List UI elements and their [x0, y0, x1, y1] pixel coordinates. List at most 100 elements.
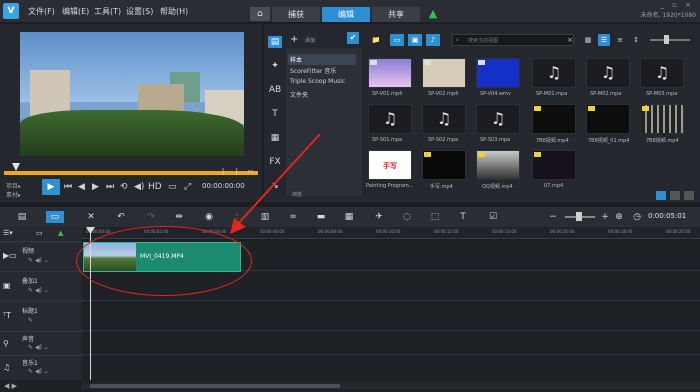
- thumb-size-knob[interactable]: [664, 35, 669, 44]
- tools-icon[interactable]: ✕: [84, 211, 98, 223]
- timeline-toolbar: ▤ ▭ ✕ ↶ ↷ ⇹ ◉ ⫶ ▥ ∞ ▬ ▦ ✈ ◌ ⬚ T ☑ − + ⊕ …: [0, 207, 700, 227]
- thumb-audio[interactable]: ♫: [640, 58, 684, 88]
- tab-capture[interactable]: 捕获: [272, 7, 320, 22]
- folder-item[interactable]: 文件夹: [290, 90, 308, 99]
- enlarge-icon[interactable]: ⤢: [184, 182, 191, 192]
- panel-option-icon[interactable]: [656, 191, 666, 200]
- thumb-video[interactable]: [586, 104, 630, 134]
- panel-option-icon[interactable]: [684, 191, 694, 200]
- instant-project-icon[interactable]: ✦: [268, 60, 282, 72]
- menu-help[interactable]: 帮助(H): [160, 6, 188, 17]
- thumb-audio[interactable]: ♫: [586, 58, 630, 88]
- thumb-audio[interactable]: ♫: [532, 58, 576, 88]
- zoom-knob[interactable]: [576, 212, 582, 221]
- add-track-icon[interactable]: ▭: [36, 229, 43, 237]
- aspect-icon[interactable]: ▭: [168, 182, 177, 192]
- music-track-icon: ♫: [3, 363, 11, 372]
- tab-edit[interactable]: 编辑: [322, 7, 370, 22]
- track-controls[interactable]: ✎ ◀) ⌄: [28, 368, 49, 375]
- hd-toggle[interactable]: HD: [148, 182, 162, 192]
- crop-icon[interactable]: ⬚: [428, 211, 442, 223]
- zoom-fit-icon[interactable]: ⊕: [614, 211, 624, 223]
- mode-project[interactable]: 项目▸: [6, 181, 21, 190]
- transition-icon[interactable]: AB: [268, 84, 282, 96]
- thumbnail-view-icon[interactable]: ▦: [582, 34, 594, 46]
- home-button[interactable]: ⌂: [250, 7, 270, 21]
- next-frame-icon[interactable]: ▶: [92, 182, 99, 192]
- track-controls[interactable]: ✎ ◀) ⌄: [28, 287, 49, 294]
- thumb-size-slider[interactable]: [650, 39, 690, 41]
- track-controls[interactable]: ✎ ◀) ⌄: [28, 257, 49, 264]
- folder-item[interactable]: Triple Scoop Music: [290, 78, 345, 85]
- folder-item[interactable]: 样本: [288, 54, 356, 65]
- menu-edit[interactable]: 编辑(E): [62, 6, 89, 17]
- record-icon[interactable]: ◉: [202, 211, 216, 223]
- track-controls[interactable]: ✎: [28, 317, 33, 324]
- storyboard-view-icon[interactable]: ▤: [14, 211, 30, 223]
- motion-icon[interactable]: ✈: [372, 211, 386, 223]
- undo-icon[interactable]: ↶: [114, 211, 128, 223]
- checklist-icon[interactable]: ☑: [486, 211, 500, 223]
- add-folder-icon[interactable]: +: [290, 34, 298, 45]
- zoom-in-icon[interactable]: +: [600, 211, 610, 223]
- folder-item[interactable]: ScoreFitter 音乐: [290, 66, 336, 75]
- redo-icon[interactable]: ↷: [144, 211, 158, 223]
- details-view-icon[interactable]: ≡: [614, 34, 626, 46]
- thumb-video[interactable]: [476, 58, 520, 88]
- import-icon[interactable]: 📁: [370, 34, 382, 46]
- thumb-video[interactable]: [422, 58, 466, 88]
- title-icon[interactable]: T: [268, 108, 282, 120]
- menu-file[interactable]: 文件(F): [28, 6, 55, 17]
- go-end-icon[interactable]: ⏭: [106, 182, 114, 192]
- thumb-video[interactable]: [640, 104, 684, 134]
- sort-icon[interactable]: ↕: [630, 34, 642, 46]
- filter-image-icon[interactable]: ▣: [408, 34, 422, 46]
- mode-clip[interactable]: 素材▸: [6, 190, 21, 199]
- clock-icon[interactable]: ◷: [632, 211, 642, 223]
- track-controls[interactable]: ✎ ◀) ⌄: [28, 344, 49, 351]
- tab-share[interactable]: 共享: [372, 7, 420, 22]
- thumb-video[interactable]: [476, 150, 520, 180]
- prev-frame-icon[interactable]: ◀: [78, 182, 85, 192]
- add-label[interactable]: 添加: [305, 37, 315, 44]
- thumb-audio[interactable]: ♫: [422, 104, 466, 134]
- 3d-title-icon[interactable]: T: [456, 211, 470, 223]
- panel-option-icon[interactable]: [670, 191, 680, 200]
- thumb-audio[interactable]: ♫: [476, 104, 520, 134]
- go-start-icon[interactable]: ⏮: [64, 182, 72, 192]
- window-controls[interactable]: _ ▫ ×: [660, 1, 694, 9]
- track-overlay: ▣ 叠加1 ✎ ◀) ⌄: [0, 271, 82, 301]
- thumb-video[interactable]: 手写: [368, 150, 412, 180]
- scroll-arrows-icon[interactable]: ◀ ▶: [4, 382, 17, 390]
- upload-icon[interactable]: ▲: [427, 8, 439, 20]
- track-manager-icon[interactable]: ☰▾: [3, 229, 13, 237]
- thumb-audio[interactable]: ♫: [368, 104, 412, 134]
- split-screen-icon[interactable]: ▦: [342, 211, 356, 223]
- filter-audio-icon[interactable]: ♪: [426, 34, 440, 46]
- thumb-video[interactable]: [532, 150, 576, 180]
- volume-icon[interactable]: ◀): [134, 182, 144, 192]
- zoom-out-icon[interactable]: −: [548, 211, 558, 223]
- thumb-label: 7B8视频_01.mp4: [588, 138, 630, 144]
- list-view-icon[interactable]: ☰: [598, 34, 610, 46]
- corner-flag-icon[interactable]: ✔: [347, 32, 359, 44]
- menu-tools[interactable]: 工具(T): [94, 6, 121, 17]
- fit-icon[interactable]: ⇹: [172, 211, 186, 223]
- thumb-video[interactable]: [532, 104, 576, 134]
- play-button[interactable]: ▶: [42, 179, 60, 195]
- ruler-tick: 00:00:18:00: [608, 229, 633, 234]
- timeline-timecode[interactable]: 0:00:05:01: [648, 212, 686, 220]
- media-icon[interactable]: ▤: [268, 36, 282, 48]
- filter-video-icon[interactable]: ▭: [390, 34, 404, 46]
- track-name: 声音: [22, 336, 35, 343]
- ripple-icon[interactable]: ▲: [58, 229, 63, 237]
- timeline-scroll-thumb[interactable]: [90, 384, 340, 388]
- mask-icon[interactable]: ◌: [400, 211, 414, 223]
- clear-search-icon[interactable]: ×: [566, 34, 574, 46]
- timeline-view-icon[interactable]: ▭: [46, 211, 64, 223]
- menu-settings[interactable]: 设置(S): [126, 6, 153, 17]
- thumb-video[interactable]: [422, 150, 466, 180]
- repeat-icon[interactable]: ⟲: [120, 182, 128, 192]
- thumb-video[interactable]: [368, 58, 412, 88]
- thumb-label: SP-M02.mpa: [590, 91, 622, 97]
